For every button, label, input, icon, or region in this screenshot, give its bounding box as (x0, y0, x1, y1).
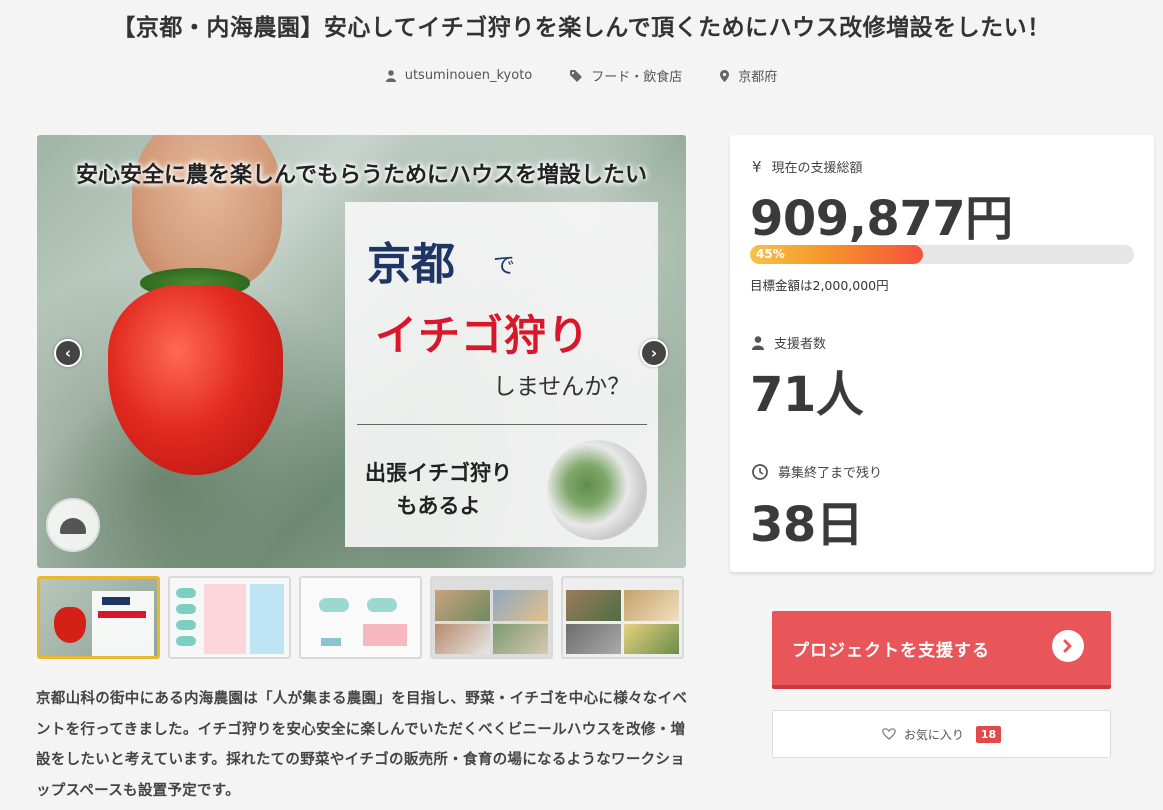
owner-link[interactable]: utsuminouen_kyoto (385, 66, 533, 85)
thumbnail-2[interactable] (168, 576, 291, 659)
user-icon (385, 69, 396, 82)
panel-de: で (493, 254, 516, 279)
stats-panel: ¥ 現在の支援総額 909,877円 45% 目標金額は2,000,000円 支… (730, 135, 1154, 572)
progress-percent: 45% (756, 247, 785, 261)
funding-amount: 909,877円 (750, 191, 1013, 247)
panel-ichigo: イチゴ狩り (375, 311, 591, 360)
panel-shimasenka: しませんか？ (493, 374, 631, 400)
tag-icon (570, 69, 583, 82)
panel-shucho-line2: もあるよ (396, 493, 481, 518)
favorite-button[interactable]: お気に入り 18 (772, 710, 1111, 758)
favorite-label: お気に入り (903, 727, 964, 742)
category-name: フード・飲食店 (591, 70, 683, 85)
panel-kyoto: 京都 (367, 239, 455, 290)
project-description: 京都山科の街中にある内海農園は「人が集まる農園」を目指し、野菜・イチゴを中心に様… (36, 691, 688, 799)
chevron-left-icon: ‹ (56, 341, 80, 365)
project-meta: utsuminouen_kyoto フード・飲食店 京都府 (0, 66, 1163, 85)
clock-icon (752, 463, 768, 480)
owner-name: utsuminouen_kyoto (404, 68, 533, 83)
thumbnail-4[interactable] (430, 576, 553, 659)
supporters-label: 支援者数 (752, 333, 826, 352)
remaining-label: 募集終了まで残り (752, 462, 882, 481)
remaining-days: 38日 (750, 497, 864, 553)
project-title: 【京都・内海農園】安心してイチゴ狩りを楽しんで頂くためにハウス改修増設をしたい！ (112, 15, 1051, 41)
user-icon (752, 335, 764, 350)
thumbnail-strip (37, 576, 684, 659)
main-image-slider[interactable]: 安心安全に農を楽しんでもらうためにハウスを増設したい 京都 で イチゴ狩り しま… (37, 135, 686, 568)
yen-icon: ¥ (752, 157, 762, 176)
image-text-panel: 京都 で イチゴ狩り しませんか？ 出張イチゴ狩り もあるよ (345, 202, 658, 547)
goal-amount: 目標金額は2,000,000円 (750, 278, 889, 293)
location-link[interactable]: 京都府 (720, 66, 777, 85)
panel-divider (357, 424, 647, 425)
panel-circle-photo (547, 440, 647, 540)
panel-shucho: 出張イチゴ狩り もあるよ (365, 457, 512, 522)
thumbnail-1[interactable] (37, 576, 160, 659)
heart-icon (882, 728, 896, 740)
thumbnail-5[interactable] (561, 576, 684, 659)
image-headline: 安心安全に農を楽しんでもらうためにハウスを増設したい (76, 163, 647, 188)
slider-next-button[interactable]: › (640, 339, 668, 367)
category-link[interactable]: フード・飲食店 (570, 66, 682, 85)
slider-prev-button[interactable]: ‹ (54, 339, 82, 367)
support-button-label: プロジェクトを支援する (792, 640, 990, 661)
supporters-count: 71人 (750, 367, 864, 423)
farm-logo (46, 498, 100, 552)
favorite-count-badge: 18 (975, 725, 1002, 743)
arrow-right-circle-icon (1052, 630, 1084, 662)
progress-bar: 45% (750, 245, 1134, 264)
panel-shucho-line1: 出張イチゴ狩り (365, 461, 512, 485)
funding-label: ¥ 現在の支援総額 (752, 157, 863, 177)
thumbnail-3[interactable] (299, 576, 422, 659)
map-pin-icon (720, 69, 730, 82)
chevron-right-icon: › (642, 341, 666, 365)
support-project-button[interactable]: プロジェクトを支援する (772, 611, 1111, 689)
location-name: 京都府 (738, 70, 778, 85)
